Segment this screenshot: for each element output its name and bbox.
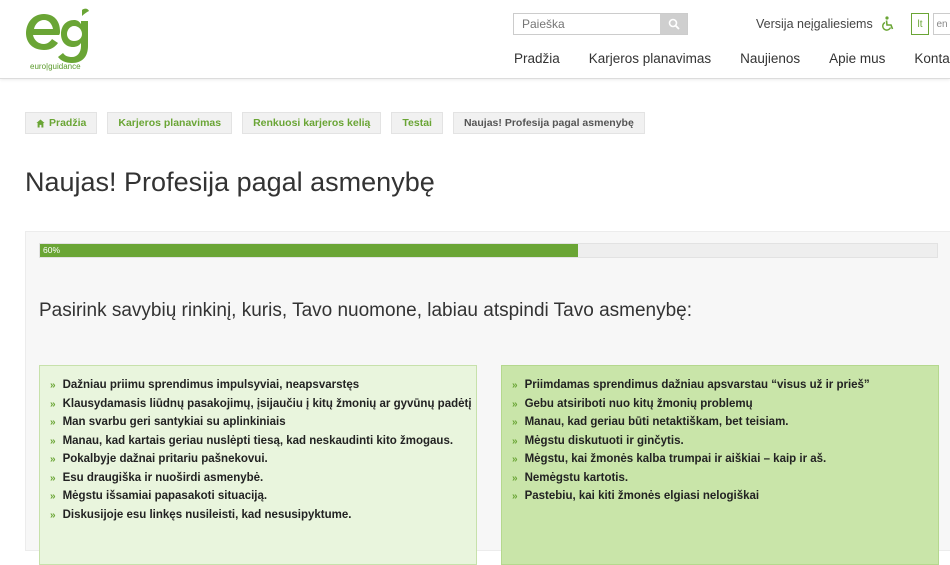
option-item-text: Pastebiu, kai kiti žmonės elgiasi nelogi…: [524, 490, 760, 502]
option-item: » Pokalbyje dažnai pritariu pašnekovui.: [50, 453, 476, 472]
breadcrumb-career-path[interactable]: Renkuosi karjeros kelią: [242, 112, 382, 134]
chevron-right-icon: »: [512, 435, 518, 447]
search-box: [513, 13, 688, 35]
option-item-text: Diskusijoje esu linkęs nusileisti, kad n…: [62, 508, 352, 521]
search-input[interactable]: [514, 14, 660, 34]
search-button[interactable]: [660, 14, 687, 34]
chevron-right-icon: »: [50, 509, 56, 521]
option-item-text: Nemėgstu kartotis.: [524, 471, 629, 484]
chevron-right-icon: »: [512, 454, 518, 465]
accessibility-label: Versija neįgaliesiems: [756, 17, 873, 31]
language-en[interactable]: en: [933, 13, 950, 35]
nav-item-career-planning[interactable]: Karjeros planavimas: [589, 51, 711, 66]
chevron-right-icon: »: [512, 472, 518, 484]
site-header: euro|guidance Versija neįgaliesiems lt e…: [0, 0, 950, 79]
option-item: » Priimdamas sprendimus dažniau apsvarsta…: [512, 379, 938, 398]
nav-item-news[interactable]: Naujienos: [740, 51, 800, 66]
accessibility-link[interactable]: Versija neįgaliesiems: [756, 16, 896, 32]
chevron-right-icon: »: [512, 491, 518, 502]
chevron-right-icon: »: [50, 417, 56, 428]
option-item: » Mėgstu diskutuoti ir ginčytis.: [512, 435, 938, 454]
page-title: Naujas! Profesija pagal asmenybę: [25, 167, 435, 197]
nav-item-home[interactable]: Pradžia: [514, 51, 560, 66]
option-item: » Man svarbu geri santykiai su aplinkinia…: [50, 416, 476, 435]
breadcrumb-career-planning[interactable]: Karjeros planavimas: [107, 112, 233, 134]
option-item-text: Dažniau priimu sprendimus impulsyviai, n…: [62, 379, 360, 391]
option-item: » Esu draugiška ir nuoširdi asmenybė.: [50, 472, 476, 491]
option-item-text: Manau, kad geriau būti netaktiškam, bet …: [524, 416, 789, 428]
option-item-text: Pokalbyje dažnai pritariu pašnekovui.: [62, 453, 268, 465]
wheelchair-icon: [881, 16, 893, 31]
option-item-text: Mėgstu, kai žmonės kalba trumpai ir aišk…: [524, 453, 827, 465]
breadcrumb: Pradžia Karjeros planavimas Renkuosi kar…: [25, 112, 645, 134]
chevron-right-icon: »: [512, 398, 518, 410]
quiz-question: Pasirink savybių rinkinį, kuris, Tavo nu…: [39, 300, 693, 321]
chevron-right-icon: »: [50, 491, 56, 502]
option-item-text: Man svarbu geri santykiai su aplinkiniai…: [62, 416, 286, 428]
option-item: » Manau, kad kartais geriau nuslėpti ties…: [50, 435, 476, 454]
breadcrumb-home[interactable]: Pradžia: [25, 112, 98, 134]
option-item-text: Esu draugiška ir nuoširdi asmenybė.: [62, 471, 264, 484]
option-item: » Nemėgstu kartotis.: [512, 472, 938, 491]
progress-label: 60%: [43, 245, 61, 255]
option-item-text: Priimdamas sprendimus dažniau apsvarstau…: [524, 379, 870, 391]
language-lt[interactable]: lt: [911, 13, 929, 35]
chevron-right-icon: »: [50, 435, 56, 447]
progress-bar: 60%: [39, 243, 938, 258]
chevron-right-icon: »: [50, 454, 56, 465]
option-item-text: Mėgstu diskutuoti ir ginčytis.: [524, 434, 684, 447]
eg-logo-icon: [26, 8, 89, 63]
chevron-right-icon: »: [50, 398, 56, 410]
option-item-text: Mėgstu išsamiai papasakoti situaciją.: [62, 490, 268, 502]
chevron-right-icon: »: [50, 472, 56, 484]
option-item: » Pastebiu, kai kiti žmonės elgiasi nelog…: [512, 490, 938, 509]
option-item: » Gebu atsiriboti nuo kitų žmonių problem…: [512, 398, 938, 417]
option-item: » Klausydamasis liūdnų pasakojimų, įsijau…: [50, 398, 476, 417]
option-item: » Dažniau priimu sprendimus impulsyviai, …: [50, 379, 476, 398]
chevron-right-icon: »: [512, 417, 518, 428]
nav-item-about[interactable]: Apie mus: [829, 51, 885, 66]
logo-tagline: euro|guidance: [30, 62, 81, 71]
home-icon: [36, 118, 45, 128]
option-item: » Mėgstu, kai žmonės kalba trumpai ir aiš…: [512, 453, 938, 472]
option-item: » Mėgstu išsamiai papasakoti situaciją.: [50, 490, 476, 509]
breadcrumb-current: Naujas! Profesija pagal asmenybę: [452, 112, 645, 134]
breadcrumb-home-label: Pradžia: [49, 117, 87, 129]
progress-fill: 60%: [40, 244, 579, 257]
option-item: » Manau, kad geriau būti netaktiškam, bet…: [512, 416, 938, 435]
option-b-card[interactable]: » Priimdamas sprendimus dažniau apsvarsta…: [501, 365, 939, 565]
chevron-right-icon: »: [50, 380, 56, 391]
breadcrumb-tests[interactable]: Testai: [391, 112, 443, 134]
option-item-text: Manau, kad kartais geriau nuslėpti tiesą…: [62, 434, 454, 447]
option-a-list: » Dažniau priimu sprendimus impulsyviai, …: [50, 379, 476, 527]
option-item: » Diskusijoje esu linkęs nusileisti, kad …: [50, 509, 476, 528]
quiz-panel: 60% Pasirink savybių rinkinį, kuris, Tav…: [25, 231, 950, 565]
option-b-list: » Priimdamas sprendimus dažniau apsvarsta…: [512, 379, 938, 509]
chevron-right-icon: »: [512, 380, 518, 391]
option-item-text: Gebu atsiriboti nuo kitų žmonių problemų: [524, 397, 753, 410]
main-nav: Pradžia Karjeros planavimas Naujienos Ap…: [514, 51, 950, 66]
option-item-text: Klausydamasis liūdnų pasakojimų, įsijauč…: [62, 397, 472, 410]
search-icon: [668, 18, 680, 30]
nav-item-contacts[interactable]: Kontaktai: [914, 51, 950, 66]
option-a-card[interactable]: » Dažniau priimu sprendimus impulsyviai, …: [39, 365, 477, 565]
